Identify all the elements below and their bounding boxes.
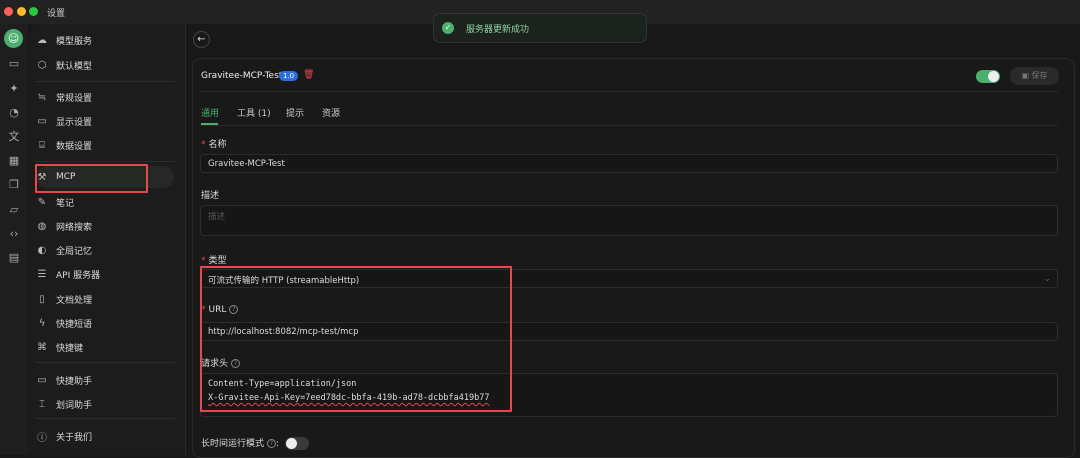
translate-icon[interactable]: 文 (7, 130, 21, 144)
sidebar-item-14[interactable]: ⌶ 划词助手 (36, 393, 176, 415)
tab-tools[interactable]: 工具 (1) (237, 106, 271, 119)
text-select-icon: ⌶ (39, 398, 45, 410)
globe-icon: ◍ (37, 220, 47, 232)
divider (35, 161, 175, 162)
sidebar-item-9[interactable]: ☰ API 服务器 (36, 263, 176, 285)
sidebar-item-1[interactable]: ⬡ 默认模型 (36, 54, 176, 76)
code-icon[interactable]: ‹› (7, 227, 21, 241)
sparkle-icon[interactable]: ✦ (7, 82, 21, 96)
sidebar-item-0[interactable]: ☁ 模型服务 (36, 29, 176, 51)
sidebar-item-label: 快捷键 (56, 343, 84, 354)
sidebar-item-label: 快捷短语 (56, 319, 93, 330)
cube-icon: ⬡ (37, 59, 47, 71)
files-icon[interactable]: ❐ (7, 178, 21, 192)
toast-notification: ✓ 服务器更新成功 (433, 13, 647, 43)
minimize-window-button[interactable] (17, 7, 26, 16)
sidebar-item-3[interactable]: ▭ 显示设置 (36, 110, 176, 132)
info-icon: ⓘ (37, 432, 47, 444)
tab-resources[interactable]: 资源 (322, 106, 340, 119)
server-icon: ☰ (37, 268, 47, 280)
database-icon: ⌸ (39, 139, 45, 151)
sidebar-item-label: 显示设置 (56, 117, 93, 128)
sidebar-item-label: 数据设置 (56, 141, 93, 152)
chevron-down-icon: ⌄ (1043, 274, 1051, 284)
chat-icon[interactable]: ▭ (7, 57, 21, 71)
divider (200, 125, 1058, 126)
close-window-button[interactable] (4, 7, 13, 16)
sidebar-item-6[interactable]: ✎ 笔记 (36, 191, 176, 213)
apps-icon[interactable]: ▦ (7, 154, 21, 168)
sidebar-item-label: 常规设置 (56, 93, 93, 104)
divider (35, 81, 175, 82)
sidebar-item-7[interactable]: ◍ 网络搜索 (36, 215, 176, 237)
divider (35, 418, 175, 419)
sidebar-item-label: 文档处理 (56, 295, 93, 306)
help-icon[interactable]: ? (267, 439, 277, 448)
memory-icon: ◐ (37, 244, 47, 256)
sidebar-item-10[interactable]: ▯ 文档处理 (36, 288, 176, 310)
version-badge: 1.0 (279, 71, 299, 81)
maximize-window-button[interactable] (29, 7, 38, 16)
palette-icon[interactable]: ◔ (7, 106, 21, 120)
highlight-box (200, 266, 512, 412)
divider (35, 362, 175, 363)
toast-message: 服务器更新成功 (466, 24, 530, 35)
window-icon: ▭ (37, 374, 47, 386)
window-title: 设置 (47, 9, 66, 19)
server-name: Gravitee-MCP-Test (201, 71, 283, 81)
name-label: * 名称 (201, 140, 227, 150)
sidebar-item-12[interactable]: ⌘ 快捷键 (36, 336, 176, 358)
sidebar-item-11[interactable]: ϟ 快捷短语 (36, 312, 176, 334)
divider (200, 91, 1058, 92)
check-circle-icon: ✓ (442, 22, 454, 34)
monitor-icon: ▭ (37, 115, 47, 127)
delete-icon[interactable]: 🗑 (303, 70, 314, 80)
sidebar-item-15[interactable]: ⓘ 关于我们 (36, 425, 176, 447)
sidebar-item-label: 网络搜索 (56, 222, 93, 233)
sidebar-item-13[interactable]: ▭ 快捷助手 (36, 369, 176, 391)
highlight-box (35, 164, 148, 193)
long-running-toggle[interactable] (285, 437, 309, 450)
zap-icon: ϟ (38, 317, 46, 329)
sidebar-item-label: 模型服务 (56, 36, 93, 47)
sidebar-item-label: 关于我们 (56, 432, 93, 443)
sidebar-item-2[interactable]: ≒ 常规设置 (36, 86, 176, 108)
type-label: * 类型 (201, 256, 227, 266)
sidebar-item-label: API 服务器 (56, 270, 101, 281)
sliders-icon: ≒ (37, 91, 47, 103)
save-button[interactable]: ▣ 保存 (1010, 67, 1059, 85)
cloud-icon: ☁ (37, 34, 47, 46)
avatar[interactable]: ☺ (4, 29, 23, 48)
clipboard-icon[interactable]: ▤ (7, 251, 21, 265)
long-running-label: 长时间运行模式?: (201, 439, 280, 449)
sidebar-item-4[interactable]: ⌸ 数据设置 (36, 134, 176, 156)
note-icon: ✎ (37, 196, 47, 208)
sidebar-item-label: 划词助手 (56, 400, 93, 411)
command-icon: ⌘ (37, 341, 47, 353)
name-input[interactable]: Gravitee-MCP-Test (200, 154, 1058, 173)
enable-toggle[interactable] (976, 70, 1000, 83)
sidebar-item-label: 默认模型 (56, 61, 93, 72)
tab-prompts[interactable]: 提示 (286, 106, 304, 119)
sidebar-item-label: 笔记 (56, 198, 75, 209)
description-textarea[interactable]: 描述 (200, 205, 1058, 236)
sidebar-item-label: 快捷助手 (56, 376, 93, 387)
sidebar-item-8[interactable]: ◐ 全局记忆 (36, 239, 176, 261)
description-label: 描述 (201, 191, 220, 201)
folder-icon[interactable]: ▱ (7, 203, 21, 217)
document-icon: ▯ (39, 293, 45, 305)
back-button[interactable]: ← (193, 31, 210, 48)
sidebar-item-label: 全局记忆 (56, 246, 93, 257)
tab-general[interactable]: 通用 (201, 106, 219, 119)
